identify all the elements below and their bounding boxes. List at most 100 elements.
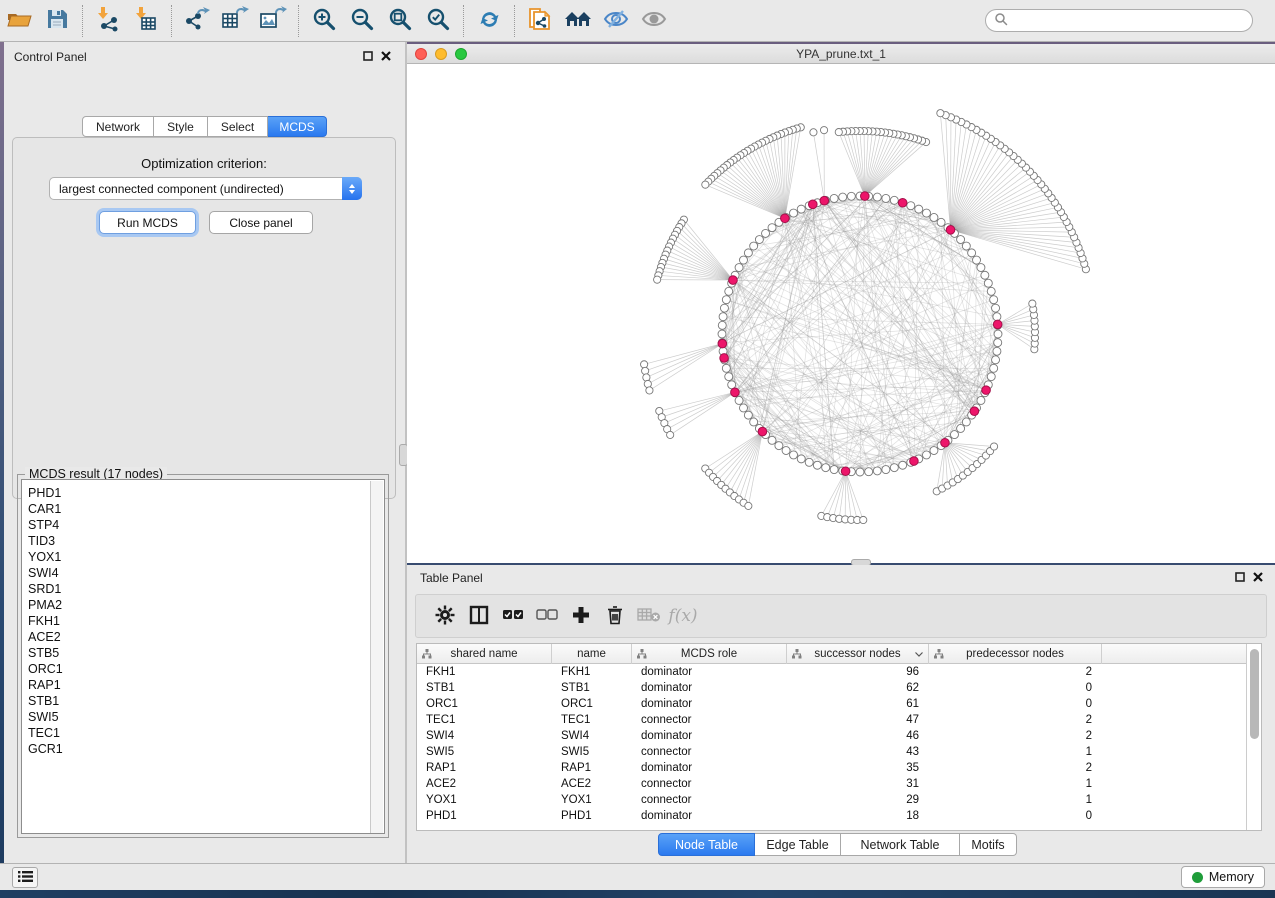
network-node[interactable] <box>797 205 805 213</box>
float-panel-icon[interactable] <box>363 50 373 64</box>
network-node[interactable] <box>1029 300 1036 307</box>
network-node[interactable] <box>856 468 864 476</box>
network-node[interactable] <box>739 404 747 412</box>
result-node[interactable]: GCR1 <box>28 741 63 757</box>
network-node[interactable] <box>744 249 752 257</box>
network-node[interactable] <box>782 447 790 455</box>
mcds-node[interactable] <box>820 196 829 205</box>
tab-network-table[interactable]: Network Table <box>841 833 960 856</box>
zoom-selected-button[interactable] <box>419 4 457 38</box>
table-scrollbar[interactable] <box>1246 644 1261 830</box>
network-file-button[interactable] <box>521 4 559 38</box>
network-node[interactable] <box>750 418 758 426</box>
network-node[interactable] <box>790 451 798 459</box>
tab-node-table[interactable]: Node Table <box>658 833 755 856</box>
network-node[interactable] <box>990 443 997 450</box>
show-all-button[interactable] <box>635 4 673 38</box>
network-node[interactable] <box>835 129 842 136</box>
network-node[interactable] <box>930 213 938 221</box>
network-node[interactable] <box>937 110 944 117</box>
node-table[interactable]: shared namenameMCDS rolesuccessor nodesp… <box>416 643 1262 831</box>
network-node[interactable] <box>993 347 1001 355</box>
network-node[interactable] <box>646 387 653 394</box>
network-node[interactable] <box>962 418 970 426</box>
add-column-button[interactable] <box>564 599 598 633</box>
network-node[interactable] <box>790 209 798 217</box>
tab-style[interactable]: Style <box>154 116 208 137</box>
mcds-node[interactable] <box>809 200 818 209</box>
network-node[interactable] <box>722 364 730 372</box>
network-node[interactable] <box>994 339 1002 347</box>
import-table-button[interactable] <box>127 4 165 38</box>
settings-gear-button[interactable] <box>428 599 462 633</box>
mcds-result-list[interactable]: PHD1CAR1STP4TID3YOX1SWI4SRD1PMA2FKH1ACE2… <box>21 479 385 834</box>
table-row[interactable]: SWI4SWI4dominator462 <box>417 728 1247 744</box>
result-node[interactable]: ORC1 <box>28 661 63 677</box>
network-node[interactable] <box>725 287 733 295</box>
float-panel-icon[interactable] <box>1235 571 1245 585</box>
memory-button[interactable]: Memory <box>1181 866 1265 888</box>
zoom-out-button[interactable] <box>343 4 381 38</box>
network-node[interactable] <box>915 205 923 213</box>
result-node[interactable]: ACE2 <box>28 629 63 645</box>
column-header-shared-name[interactable]: shared name <box>417 644 552 664</box>
export-image-button[interactable] <box>254 4 292 38</box>
network-node[interactable] <box>725 373 733 381</box>
mcds-node[interactable] <box>758 427 767 436</box>
network-node[interactable] <box>992 356 1000 364</box>
network-node[interactable] <box>992 304 1000 312</box>
result-node[interactable]: YOX1 <box>28 549 63 565</box>
home-network-button[interactable] <box>559 4 597 38</box>
mcds-node[interactable] <box>910 457 919 466</box>
network-node[interactable] <box>641 361 648 368</box>
mcds-node[interactable] <box>781 214 790 223</box>
mcds-node[interactable] <box>970 407 979 416</box>
network-node[interactable] <box>890 464 898 472</box>
delete-table-button[interactable] <box>632 599 666 633</box>
table-row[interactable]: PHD1PHD1dominator180 <box>417 808 1247 824</box>
network-node[interactable] <box>739 256 747 264</box>
result-node[interactable]: STP4 <box>28 517 63 533</box>
result-node[interactable]: FKH1 <box>28 613 63 629</box>
network-node[interactable] <box>775 442 783 450</box>
mcds-node[interactable] <box>729 276 738 285</box>
tab-motifs[interactable]: Motifs <box>960 833 1017 856</box>
table-row[interactable]: RAP1RAP1dominator352 <box>417 760 1247 776</box>
network-node[interactable] <box>873 193 881 201</box>
network-node[interactable] <box>847 192 855 200</box>
network-graph[interactable] <box>407 64 1275 563</box>
network-node[interactable] <box>994 330 1002 338</box>
network-node[interactable] <box>839 193 847 201</box>
network-node[interactable] <box>977 264 985 272</box>
network-node[interactable] <box>968 249 976 257</box>
close-panel-icon[interactable] <box>1253 571 1263 585</box>
result-scrollbar[interactable] <box>370 481 383 834</box>
network-node[interactable] <box>768 436 776 444</box>
network-node[interactable] <box>890 196 898 204</box>
close-panel-button[interactable]: Close panel <box>209 211 313 234</box>
network-node[interactable] <box>830 466 838 474</box>
network-node[interactable] <box>882 466 890 474</box>
network-node[interactable] <box>973 256 981 264</box>
tab-select[interactable]: Select <box>208 116 268 137</box>
network-node[interactable] <box>922 209 930 217</box>
network-node[interactable] <box>768 224 776 232</box>
network-node[interactable] <box>922 451 930 459</box>
table-row[interactable]: FKH1FKH1dominator962 <box>417 664 1247 680</box>
network-node[interactable] <box>930 447 938 455</box>
network-node[interactable] <box>990 296 998 304</box>
close-panel-icon[interactable] <box>381 50 391 64</box>
tab-mcds[interactable]: MCDS <box>268 116 327 137</box>
search-field[interactable] <box>985 9 1253 32</box>
open-file-button[interactable] <box>0 4 38 38</box>
network-node[interactable] <box>720 304 728 312</box>
result-node[interactable]: PMA2 <box>28 597 63 613</box>
delete-column-button[interactable] <box>598 599 632 633</box>
result-node[interactable]: SWI4 <box>28 565 63 581</box>
network-node[interactable] <box>865 468 873 476</box>
criterion-select[interactable]: largest connected component (undirected) <box>49 177 362 200</box>
result-node[interactable]: RAP1 <box>28 677 63 693</box>
refresh-button[interactable] <box>470 4 508 38</box>
export-network-button[interactable] <box>178 4 216 38</box>
result-node[interactable]: TID3 <box>28 533 63 549</box>
